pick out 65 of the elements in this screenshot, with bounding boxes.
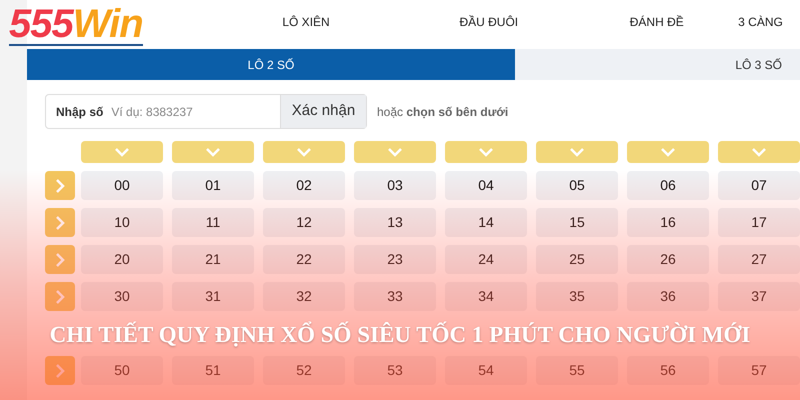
number-cell[interactable]: 00 [81,171,163,200]
column-select-button[interactable] [445,141,527,163]
number-cell[interactable]: 36 [627,282,709,311]
row-select-button[interactable] [45,208,75,237]
menu-item[interactable]: ĐÁNH ĐỀ [592,13,721,31]
column-select-button[interactable] [627,141,709,163]
tab[interactable]: LÔ 2 SỐ [27,49,515,80]
menu-item[interactable]: 3 CÀNG [720,13,800,31]
number-cell[interactable]: 27 [718,245,800,274]
hint-text: hoặc chọn số bên dưới [377,104,508,120]
menu-item[interactable]: ĐẦU ĐUÔI [385,13,593,31]
number-cell[interactable]: 07 [718,171,800,200]
row-select-button[interactable] [45,245,75,274]
number-cell[interactable]: 20 [81,245,163,274]
number-cell[interactable]: 53 [354,356,436,385]
row-select-button[interactable] [45,171,75,200]
number-cell[interactable]: 55 [536,356,618,385]
number-cell[interactable]: 50 [81,356,163,385]
column-select-button[interactable] [536,141,618,163]
number-cell[interactable]: 14 [445,208,527,237]
number-cell[interactable]: 02 [263,171,345,200]
number-cell[interactable]: 33 [354,282,436,311]
number-cell[interactable]: 54 [445,356,527,385]
number-cell[interactable]: 24 [445,245,527,274]
number-cell[interactable]: 26 [627,245,709,274]
number-cell[interactable]: 06 [627,171,709,200]
number-cell[interactable]: 05 [536,171,618,200]
number-cell[interactable]: 01 [172,171,254,200]
number-cell[interactable]: 03 [354,171,436,200]
number-cell[interactable]: 35 [536,282,618,311]
number-cell[interactable]: 51 [172,356,254,385]
number-cell[interactable]: 11 [172,208,254,237]
number-cell[interactable]: 31 [172,282,254,311]
number-cell[interactable]: 23 [354,245,436,274]
number-cell[interactable]: 57 [718,356,800,385]
number-cell[interactable]: 21 [172,245,254,274]
column-select-button[interactable] [718,141,800,163]
number-cell[interactable]: 30 [81,282,163,311]
number-cell[interactable]: 32 [263,282,345,311]
column-select-button[interactable] [263,141,345,163]
number-cell[interactable]: 22 [263,245,345,274]
tab[interactable]: LÔ 3 SỐ [515,49,800,80]
menu-item[interactable]: LÔ XIÊN [227,13,386,31]
headline: CHI TIẾT QUY ĐỊNH XỔ SỐ SIÊU TỐC 1 PHÚT CHO NGƯỜI MỚI [50,320,750,349]
logo: 555Win [9,4,143,46]
number-cell[interactable]: 37 [718,282,800,311]
column-select-button[interactable] [172,141,254,163]
number-cell[interactable]: 25 [536,245,618,274]
number-cell[interactable]: 10 [81,208,163,237]
number-cell[interactable]: 56 [627,356,709,385]
number-cell[interactable]: 04 [445,171,527,200]
row-select-button[interactable] [45,282,75,311]
row-select-button[interactable] [45,356,75,385]
input-label: Nhập số [56,104,104,120]
column-select-button[interactable] [354,141,436,163]
number-cell[interactable]: 15 [536,208,618,237]
number-cell[interactable]: 52 [263,356,345,385]
number-cell[interactable]: 12 [263,208,345,237]
number-cell[interactable]: 16 [627,208,709,237]
number-cell[interactable]: 34 [445,282,527,311]
column-select-button[interactable] [81,141,163,163]
number-cell[interactable]: 13 [354,208,436,237]
number-cell[interactable]: 17 [718,208,800,237]
number-input-field[interactable]: Nhập số Ví dụ: 8383237 Xác nhận [45,94,367,129]
confirm-button[interactable]: Xác nhận [280,95,366,128]
